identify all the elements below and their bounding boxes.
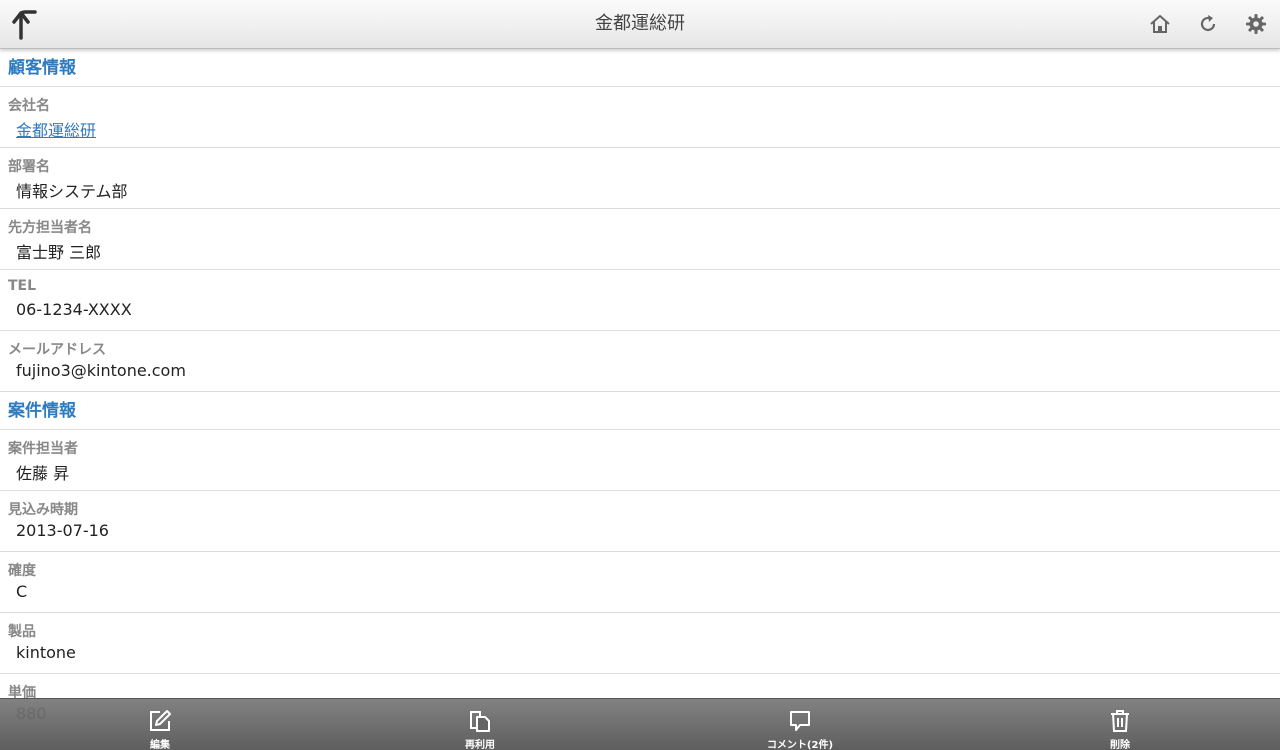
copy-icon (470, 711, 490, 732)
field-label: 見込み時期 (8, 502, 78, 518)
field-label: 会社名 (8, 98, 50, 114)
field-value: 佐藤 昇 (16, 464, 70, 483)
home-icon (1150, 15, 1170, 33)
field-value: kintone (16, 643, 76, 662)
field-company-name: 会社名 金都運総研 (0, 87, 1280, 148)
section-title: 顧客情報 (8, 58, 76, 78)
field-product: 製品 kintone (0, 613, 1280, 674)
field-value: 富士野 三郎 (16, 243, 102, 262)
company-name-link[interactable]: 金都運総研 (16, 117, 96, 141)
home-button[interactable] (1146, 10, 1174, 38)
page-title: 金都運総研 (595, 13, 685, 34)
header-bar: 金都運総研 (0, 0, 1280, 49)
field-value: C (16, 582, 28, 601)
field-label: メールアドレス (8, 342, 106, 358)
field-label: 先方担当者名 (8, 220, 92, 236)
field-label: TEL (8, 278, 37, 294)
section-header-deal: 案件情報 (0, 392, 1280, 430)
settings-button[interactable] (1242, 10, 1270, 38)
bottom-toolbar: 編集 再利用 コメント(2件) 削除 (0, 698, 1280, 750)
edit-icon (150, 710, 171, 731)
gear-icon (1246, 14, 1266, 34)
field-label: 案件担当者 (8, 441, 78, 457)
edit-button[interactable]: 編集 (100, 699, 220, 750)
comment-label: コメント(2件) (766, 740, 834, 750)
reload-icon (1200, 15, 1216, 32)
field-certainty: 確度 C (0, 552, 1280, 613)
comment-icon (790, 711, 810, 731)
field-email: メールアドレス fujino3@kintone.com (0, 331, 1280, 392)
field-value: 06-1234-XXXX (16, 300, 132, 319)
field-label: 製品 (8, 624, 36, 640)
field-contact-person: 先方担当者名 富士野 三郎 (0, 209, 1280, 270)
field-value: 2013-07-16 (16, 521, 109, 540)
app-root: 金都運総研 顧客情報 会社名 金都運総研 部署名 情報システム部 先方担当者名 … (0, 0, 1280, 750)
reload-button[interactable] (1194, 10, 1222, 38)
delete-label: 削除 (1110, 740, 1130, 750)
field-deal-owner: 案件担当者 佐藤 昇 (0, 430, 1280, 491)
section-header-customer: 顧客情報 (0, 49, 1280, 87)
field-tel: TEL 06-1234-XXXX (0, 270, 1280, 331)
field-label: 確度 (8, 563, 36, 579)
delete-button[interactable]: 削除 (1060, 699, 1180, 750)
field-value: fujino3@kintone.com (16, 361, 186, 380)
record-detail: 顧客情報 会社名 金都運総研 部署名 情報システム部 先方担当者名 富士野 三郎… (0, 49, 1280, 750)
field-value: 情報システム部 (16, 182, 128, 201)
reuse-label: 再利用 (465, 740, 495, 750)
section-title: 案件情報 (8, 401, 76, 421)
field-expected-date: 見込み時期 2013-07-16 (0, 491, 1280, 552)
reuse-button[interactable]: 再利用 (420, 699, 540, 750)
edit-label: 編集 (150, 740, 170, 750)
trash-icon (1111, 710, 1129, 732)
field-label: 部署名 (8, 159, 50, 175)
comment-button[interactable]: コメント(2件) (740, 699, 860, 750)
field-department: 部署名 情報システム部 (0, 148, 1280, 209)
